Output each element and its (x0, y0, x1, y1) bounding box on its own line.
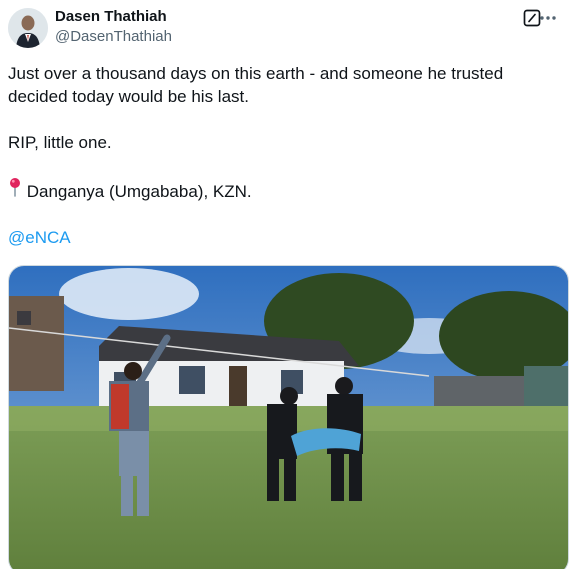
tweet-photo[interactable] (8, 265, 569, 569)
location-text: Danganya (Umgababa), KZN. (26, 182, 252, 201)
more-options-button[interactable] (535, 8, 561, 28)
author-handle[interactable]: @DasenThathiah (55, 28, 172, 46)
tweet-line: Just over a thousand days on this earth … (8, 64, 504, 83)
avatar[interactable] (8, 8, 48, 48)
author-display-name[interactable]: Dasen Thathiah (55, 8, 167, 26)
tweet-text: Just over a thousand days on this earth … (8, 62, 548, 249)
tweet-line: RIP, little one. (8, 133, 112, 152)
avatar-photo (8, 8, 48, 48)
photo-scene (9, 266, 568, 569)
round-pushpin-icon (10, 178, 20, 197)
more-icon (540, 16, 556, 20)
tweet-location: Danganya (Umgababa), KZN. (8, 177, 548, 203)
mention-link[interactable]: @eNCA (8, 226, 548, 249)
tweet-line: decided today would be his last. (8, 87, 249, 106)
